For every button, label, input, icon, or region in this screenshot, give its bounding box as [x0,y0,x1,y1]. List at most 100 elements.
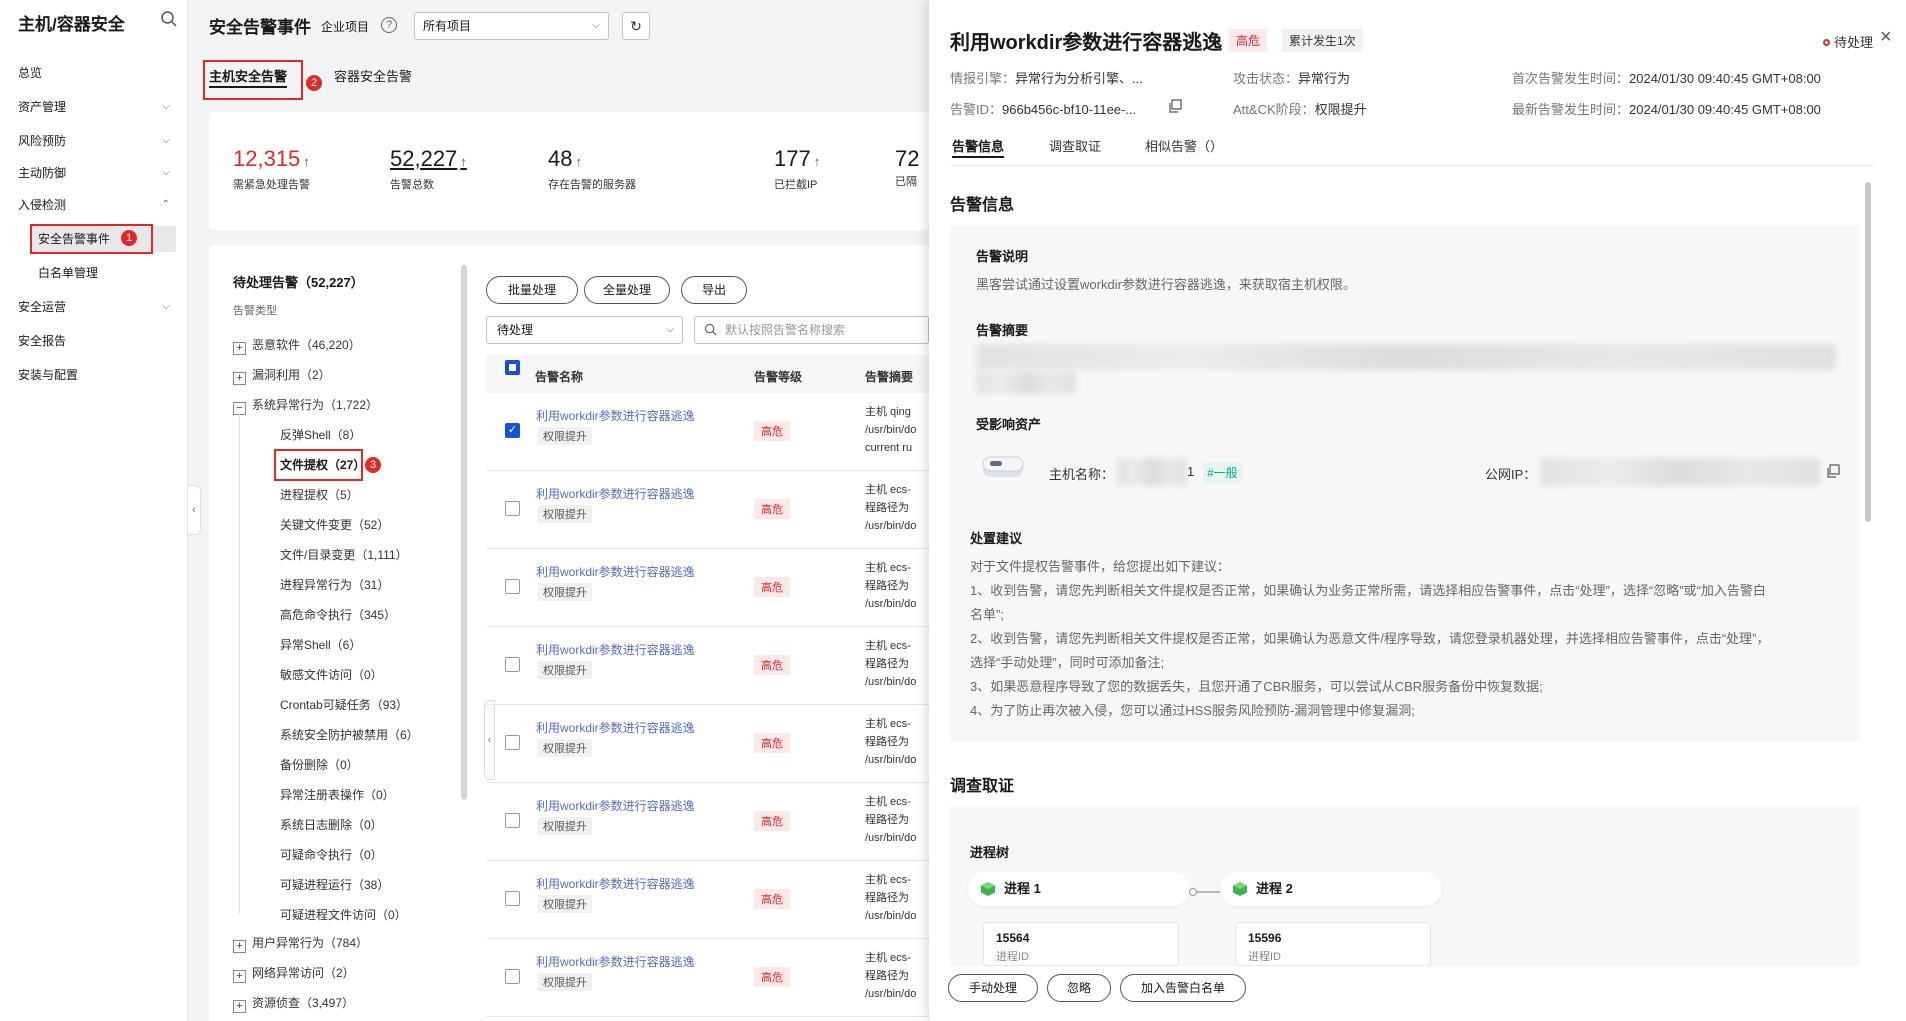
nav-item-risk-prevention[interactable]: 风险预防 ⌵ [18,130,170,152]
row-checkbox[interactable] [505,969,520,984]
tree-group-network-abnormal[interactable]: + 网络异常访问（2） [233,964,355,983]
alert-summary: 主机 ecs- 程路径为 /usr/bin/do [865,874,917,922]
help-icon[interactable]: ? [381,17,397,33]
stats-card: 12,315 ↑ 需紧急处理告警 52,227 ↑ 告警总数 48 ↑ 存在告警的服务… [209,112,929,230]
nav-item-whitelist[interactable]: 白名单管理 [30,260,176,286]
table-row[interactable]: 利用workdir参数进行容器逃逸 权限提升 高危 主机 ecs- 程路径为 /… [486,783,929,861]
nav-item-security-operations[interactable]: 安全运营 ⌵ [18,296,170,318]
alert-name-link[interactable]: 利用workdir参数进行容器逃逸 [536,563,695,580]
manual-process-button[interactable]: 手动处理 [948,974,1038,1002]
chevron-down-icon: ⌵ [162,301,170,312]
expand-icon[interactable]: + [233,1000,246,1013]
copy-icon[interactable] [1826,464,1840,478]
tree-item[interactable]: 高危命令执行（345） [280,606,396,624]
process-node-1[interactable]: 进程 1 [968,872,1190,906]
ignore-button[interactable]: 忽略 [1047,974,1111,1002]
tab-similar-alerts[interactable]: 相似告警（） [1145,136,1223,158]
tree-item[interactable]: 系统安全防护被禁用（6） [280,726,419,744]
copy-icon[interactable] [1168,99,1182,113]
table-row[interactable]: 利用workdir参数进行容器逃逸 权限提升 高危 主机 ecs- 程路径为 /… [486,549,929,627]
search-input[interactable]: 默认按照告警名称搜索 [694,316,929,344]
row-checkbox[interactable] [505,735,520,750]
nav-item-install-config[interactable]: 安装与配置 [18,364,170,386]
row-checkbox[interactable] [505,813,520,828]
expand-icon[interactable]: + [233,970,246,983]
arrow-up-icon: ↑ [460,154,467,169]
process-all-button[interactable]: 全量处理 [584,276,670,304]
tab-container-alerts[interactable]: 容器安全告警 [334,66,412,88]
meta-first-time: 首次告警发生时间：2024/01/30 09:40:45 GMT+08:00 [1512,71,1821,86]
alert-name-link[interactable]: 利用workdir参数进行容器逃逸 [536,407,695,424]
tree-group-user-abnormal[interactable]: + 用户异常行为（784） [233,934,368,953]
tree-item[interactable]: 可疑命令执行（0） [280,846,383,864]
alert-summary-title: 告警摘要 [976,323,1029,338]
drawer-scrollbar[interactable] [1865,182,1871,522]
tree-item[interactable]: 进程异常行为（31） [280,576,389,594]
expand-icon[interactable]: + [233,342,246,355]
status-select[interactable]: 待处理 ⌵ [486,316,683,344]
table-row[interactable]: 利用workdir参数进行容器逃逸 权限提升 高危 主机 ecs- 程路径为 /… [486,471,929,549]
tree-item[interactable]: 反弹Shell（8） [280,426,361,444]
tree-group-exploit[interactable]: + 漏洞利用（2） [233,366,331,385]
row-checkbox[interactable] [505,579,520,594]
project-select[interactable]: 所有项目 ⌵ [414,12,609,40]
alert-name-link[interactable]: 利用workdir参数进行容器逃逸 [536,953,695,970]
table-row[interactable]: 利用workdir参数进行容器逃逸 权限提升 高危 主机 ecs- 程路径为 /… [486,627,929,705]
nav-item-security-report[interactable]: 安全报告 [18,330,170,352]
batch-process-button[interactable]: 批量处理 [486,276,578,304]
row-checkbox[interactable] [505,501,520,516]
close-icon[interactable]: × [1880,26,1892,49]
nav-collapse-handle[interactable]: ‹ [187,485,201,535]
nav-item-active-defense[interactable]: 主动防御 ⌵ [18,162,170,184]
tree-item[interactable]: 进程提权（5） [280,486,359,504]
step-badge: 3 [365,457,381,473]
search-icon[interactable] [160,10,178,28]
nav-item-intrusion-detection[interactable]: 入侵检测 ⌃ [18,194,170,216]
row-checkbox[interactable]: ✓ [505,423,520,438]
table-row[interactable]: 利用workdir参数进行容器逃逸 权限提升 高危 主机 ecs- 程路径为 /… [486,939,929,1017]
alert-name-link[interactable]: 利用workdir参数进行容器逃逸 [536,719,695,736]
status-dot-icon [1823,39,1830,46]
tree-item[interactable]: 敏感文件访问（0） [280,666,383,684]
tree-item[interactable]: 可疑进程文件访问（0） [280,906,407,924]
row-checkbox[interactable] [505,891,520,906]
alert-name-link[interactable]: 利用workdir参数进行容器逃逸 [536,797,695,814]
table-row[interactable]: 利用workdir参数进行容器逃逸 权限提升 高危 主机 ecs- 程路径为 /… [486,705,929,783]
expand-icon[interactable]: + [233,940,246,953]
stat-total[interactable]: 52,227 ↑ 告警总数 [390,146,467,192]
tree-scrollbar[interactable] [461,265,467,800]
host-name-label: 主机名称： [1049,467,1115,482]
tab-alert-info[interactable]: 告警信息 [952,136,1005,158]
add-whitelist-button[interactable]: 加入告警白名单 [1120,974,1246,1002]
alert-name-link[interactable]: 利用workdir参数进行容器逃逸 [536,485,695,502]
expand-icon[interactable]: + [233,372,246,385]
tree-group-malware[interactable]: + 恶意软件（46,220） [233,336,361,355]
tree-item[interactable]: 关键文件变更（52） [280,516,389,534]
refresh-button[interactable]: ↻ [622,12,650,40]
tree-item[interactable]: 可疑进程运行（38） [280,876,389,894]
tree-item[interactable]: 异常Shell（6） [280,636,361,654]
alert-description-title: 告警说明 [976,249,1029,264]
tree-item[interactable]: Crontab可疑任务（93） [280,696,408,714]
table-row[interactable]: 利用workdir参数进行容器逃逸 权限提升 高危 主机 ecs- 程路径为 /… [486,861,929,939]
select-all-checkbox[interactable] [505,360,520,375]
tree-item[interactable]: 文件/目录变更（1,111） [280,546,408,564]
nav-item-overview[interactable]: 总览 [18,62,170,84]
alert-name-link[interactable]: 利用workdir参数进行容器逃逸 [536,641,695,658]
alert-name-link[interactable]: 利用workdir参数进行容器逃逸 [536,875,695,892]
process-node-2[interactable]: 进程 2 [1220,872,1442,906]
tree-item[interactable]: 备份删除（0） [280,756,359,774]
redacted-summary [976,344,1836,370]
tree-item[interactable]: 系统日志删除（0） [280,816,383,834]
table-row[interactable]: ✓ 利用workdir参数进行容器逃逸 权限提升 高危 主机 qing /usr… [486,393,929,471]
export-button[interactable]: 导出 [681,276,747,304]
tab-investigation[interactable]: 调查取证 [1049,136,1101,158]
level-badge: 高危 [754,889,790,909]
alert-tag: 权限提升 [538,739,592,757]
row-checkbox[interactable] [505,657,520,672]
nav-item-assets[interactable]: 资产管理 ⌵ [18,96,170,118]
process-id-card: 15564 进程ID [983,922,1179,966]
tree-group-system-abnormal[interactable]: − 系统异常行为（1,722） [233,396,378,415]
tree-group-recon[interactable]: + 资源侦查（3,497） [233,994,354,1013]
tree-item[interactable]: 异常注册表操作（0） [280,786,395,804]
